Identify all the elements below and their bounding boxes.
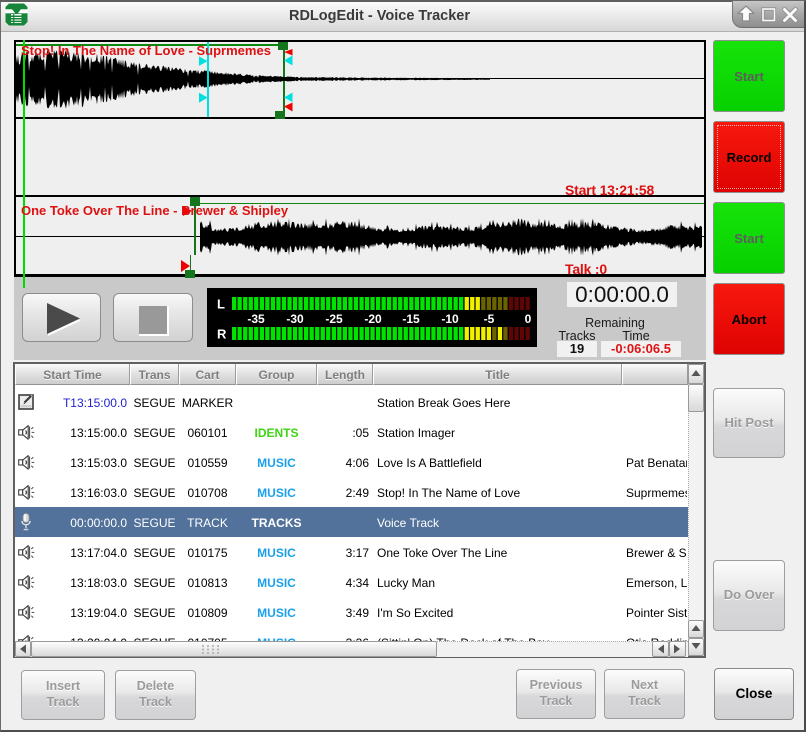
- svg-text:0: 0: [525, 312, 532, 326]
- svg-text:L: L: [217, 297, 225, 312]
- svg-text:-30: -30: [286, 312, 304, 326]
- svg-text:-35: -35: [247, 312, 265, 326]
- svg-text:-15: -15: [402, 312, 420, 326]
- svg-text:-10: -10: [441, 312, 459, 326]
- svg-text:-5: -5: [484, 312, 495, 326]
- svg-text:-25: -25: [325, 312, 343, 326]
- svg-text:-20: -20: [364, 312, 382, 326]
- svg-text:R: R: [217, 327, 227, 342]
